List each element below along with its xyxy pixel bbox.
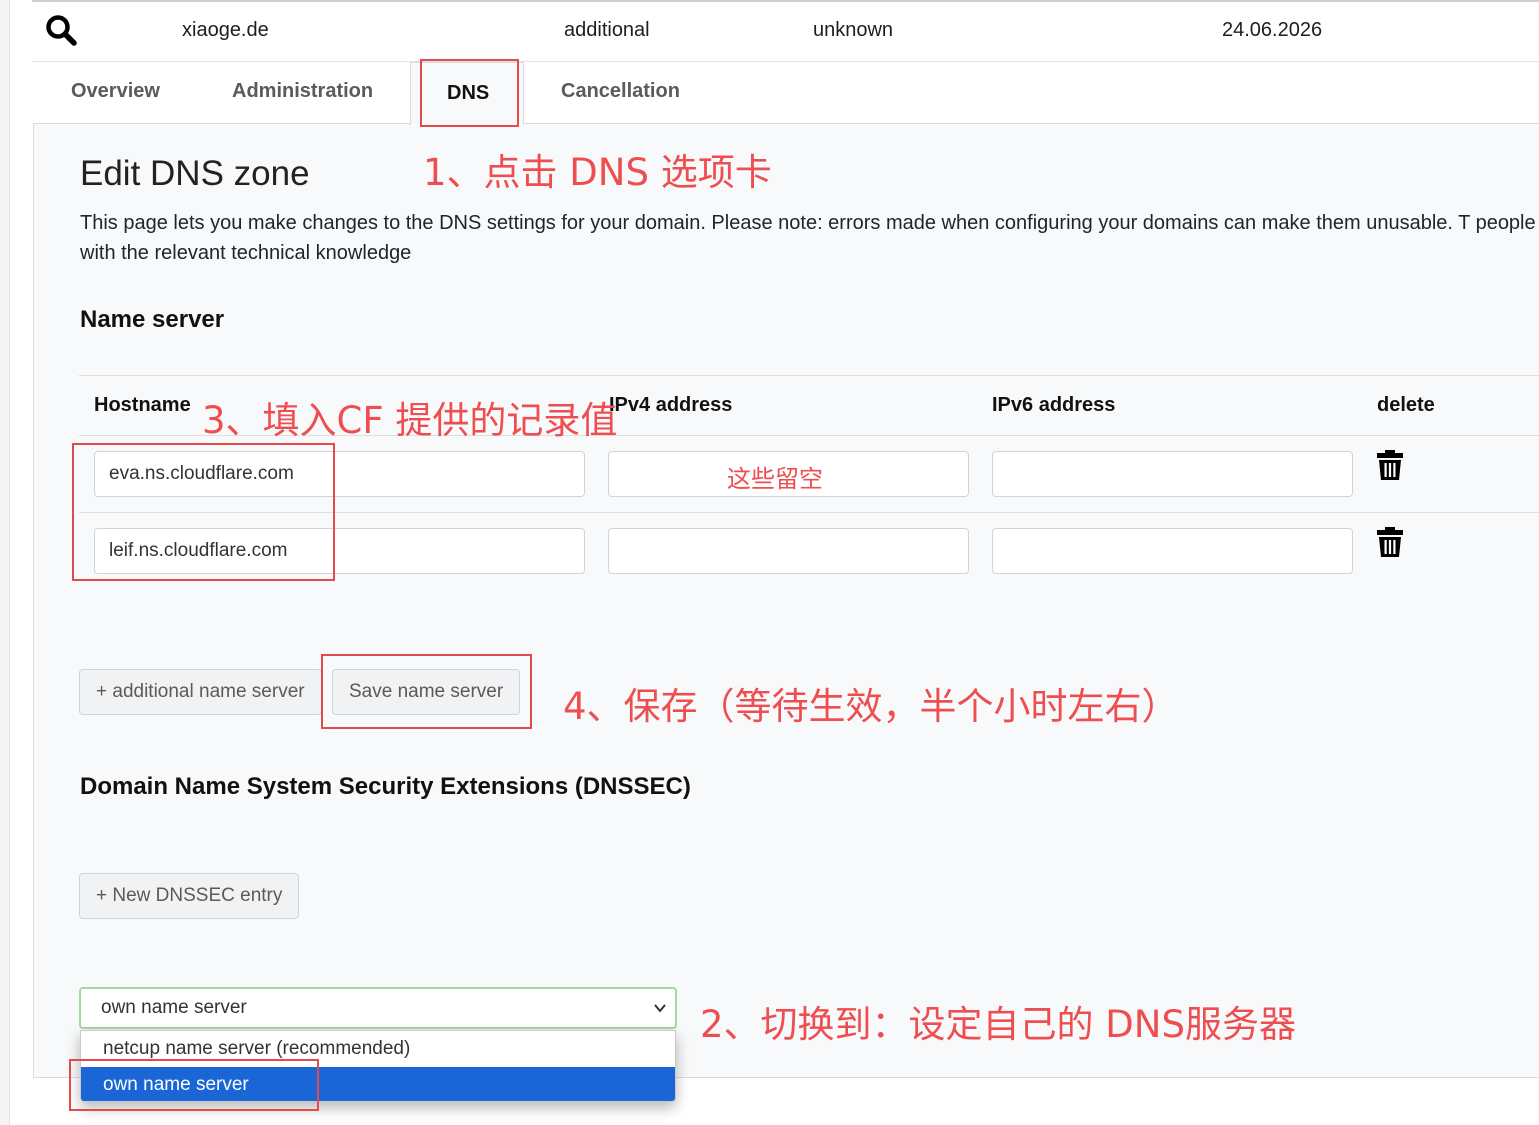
col-ipv4: IPv4 address <box>609 394 733 416</box>
annotation-leave-empty: 这些留空 <box>727 465 823 493</box>
table-top-border <box>79 375 1539 376</box>
annotation-box-hostnames <box>72 443 335 581</box>
select-value: own name server <box>101 997 247 1018</box>
domain-status: unknown <box>813 19 894 41</box>
tab-cancellation[interactable]: Cancellation <box>561 80 680 103</box>
ipv6-input[interactable] <box>992 451 1353 497</box>
col-ipv6: IPv6 address <box>992 394 1116 416</box>
annotation-box-dns-tab <box>420 59 519 127</box>
tab-administration[interactable]: Administration <box>232 80 373 103</box>
annotation-step1: 1、点击 DNS 选项卡 <box>423 151 772 194</box>
annotation-step3: 3、填入CF 提供的记录值 <box>202 399 618 442</box>
page-description: This page lets you make changes to the D… <box>80 212 1536 264</box>
nameserver-type-select[interactable]: own name server <box>79 987 677 1029</box>
col-hostname: Hostname <box>94 394 191 416</box>
add-nameserver-button[interactable]: + additional name server <box>79 669 322 715</box>
left-border <box>0 0 10 1125</box>
domain-date: 24.06.2026 <box>1222 19 1323 41</box>
annotation-box-own-option <box>69 1059 319 1111</box>
page-title: Edit DNS zone <box>80 154 310 193</box>
dnssec-title: Domain Name System Security Extensions (… <box>80 773 691 800</box>
trash-icon[interactable] <box>1377 450 1403 480</box>
domain-name[interactable]: xiaoge.de <box>182 19 269 42</box>
nameserver-title: Name server <box>80 306 225 333</box>
ipv6-input[interactable] <box>992 528 1353 574</box>
search-icon[interactable] <box>44 14 78 48</box>
trash-icon[interactable] <box>1377 527 1403 557</box>
domain-type: additional <box>564 19 650 41</box>
tab-overview[interactable]: Overview <box>71 80 160 103</box>
col-delete: delete <box>1377 394 1435 416</box>
ipv4-input[interactable] <box>608 528 969 574</box>
top-divider <box>32 0 1539 2</box>
new-dnssec-button[interactable]: + New DNSSEC entry <box>79 873 300 919</box>
header-divider <box>32 61 1539 62</box>
annotation-step2: 2、切换到：设定自己的 DNS服务器 <box>700 1003 1296 1046</box>
annotation-step4: 4、保存（等待生效，半个小时左右） <box>563 685 1179 728</box>
annotation-box-save <box>321 654 532 729</box>
chevron-down-icon <box>654 1004 666 1013</box>
